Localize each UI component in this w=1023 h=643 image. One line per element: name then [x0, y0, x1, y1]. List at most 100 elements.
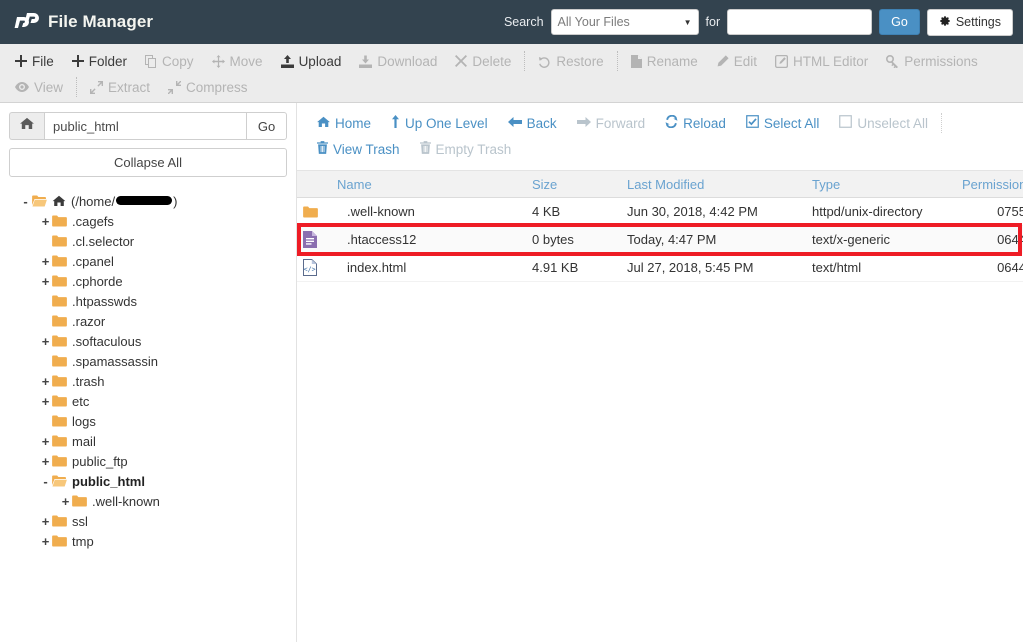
tree-node-cagefs[interactable]: + .cagefs	[9, 211, 287, 231]
search-go-button[interactable]: Go	[879, 9, 920, 35]
file-name-label[interactable]: index.html	[337, 260, 406, 275]
x-icon	[455, 55, 468, 67]
tree-node-public_html[interactable]: - public_html	[9, 471, 287, 491]
file-modified-cell: Today, 4:47 PM	[621, 225, 806, 254]
column-header-permissions[interactable]: Permissions	[956, 170, 1023, 198]
expand-toggle-icon[interactable]: +	[39, 535, 52, 548]
toolbar-button-folder[interactable]: Folder	[63, 51, 136, 72]
toolbar-button-html-editor: HTML Editor	[766, 51, 877, 72]
tree-node-tmp[interactable]: + tmp	[9, 531, 287, 551]
toggle-placeholder: ·	[39, 315, 52, 328]
file-icon-cell	[297, 197, 331, 226]
path-go-button[interactable]: Go	[246, 112, 287, 140]
toolbar-button-upload[interactable]: Upload	[272, 51, 351, 72]
column-header-last-modified[interactable]: Last Modified	[621, 170, 806, 198]
tree-node-logs[interactable]: · logs	[9, 411, 287, 431]
tree-node-clselector[interactable]: · .cl.selector	[9, 231, 287, 251]
search-scope-select[interactable]: All Your Files ▼	[550, 9, 699, 35]
tree-node-public_ftp[interactable]: + public_ftp	[9, 451, 287, 471]
expand-toggle-icon[interactable]: +	[39, 255, 52, 268]
text-file-icon	[303, 231, 325, 249]
column-header-name[interactable]: Name	[331, 170, 526, 198]
label: View	[34, 79, 64, 95]
right-arrow-icon	[576, 116, 591, 131]
search-input[interactable]	[727, 9, 873, 35]
expand-toggle-icon[interactable]: +	[39, 375, 52, 388]
tree-node-softaculous[interactable]: + .softaculous	[9, 331, 287, 351]
nav-button-select-all[interactable]: Select All	[736, 112, 830, 134]
expand-toggle-icon[interactable]: +	[39, 455, 52, 468]
expand-toggle-icon[interactable]: +	[39, 275, 52, 288]
eye-icon	[15, 82, 29, 92]
home-icon	[317, 116, 330, 131]
collapse-toggle-icon[interactable]: -	[19, 195, 32, 208]
toolbar-button-file[interactable]: File	[6, 51, 63, 72]
nav-button-up-one-level[interactable]: Up One Level	[381, 112, 498, 134]
tree-node-spamassassin[interactable]: · .spamassassin	[9, 351, 287, 371]
tree-node-htpasswds[interactable]: · .htpasswds	[9, 291, 287, 311]
column-header-type[interactable]: Type	[806, 170, 956, 198]
html-edit-icon	[775, 54, 788, 68]
nav-button-forward: Forward	[567, 113, 656, 134]
settings-button[interactable]: Settings	[926, 8, 1013, 36]
expand-toggle-icon[interactable]: +	[39, 515, 52, 528]
tree-node-mail[interactable]: + mail	[9, 431, 287, 451]
collapse-toggle-icon[interactable]: -	[39, 475, 52, 488]
file-permissions-cell: 0644	[956, 253, 1023, 282]
folder-icon	[52, 335, 67, 347]
tree-node-wellknown[interactable]: + .well-known	[9, 491, 287, 511]
label: Home	[335, 115, 372, 131]
file-name-label[interactable]: .well-known	[337, 204, 415, 219]
tree-node-razor[interactable]: · .razor	[9, 311, 287, 331]
tree-node-label: .cagefs	[72, 213, 114, 229]
for-label: for	[705, 15, 721, 29]
nav-separator	[940, 113, 942, 133]
path-input[interactable]	[44, 112, 246, 140]
nav-button-home[interactable]: Home	[307, 113, 381, 134]
expand-toggle-icon[interactable]: +	[39, 215, 52, 228]
path-home-button[interactable]	[9, 112, 44, 140]
folder-icon	[52, 455, 67, 467]
toolbar-button-compress: Compress	[159, 77, 257, 98]
expand-toggle-icon[interactable]: +	[39, 335, 52, 348]
toolbar-row-secondary: View Extract Compress	[0, 74, 1023, 100]
nav-button-back[interactable]: Back	[498, 113, 567, 134]
table-row[interactable]: </> index.html 4.91 KB Jul 27, 2018, 5:45 P…	[297, 253, 1023, 282]
expand-toggle-icon[interactable]: +	[39, 395, 52, 408]
label: Rename	[646, 53, 698, 69]
file-name-label[interactable]: .htaccess12	[337, 232, 416, 247]
expand-toggle-icon[interactable]: +	[39, 435, 52, 448]
extract-icon	[90, 80, 104, 94]
column-header-size[interactable]: Size	[526, 170, 621, 198]
tree-node-home[interactable]: - (/home/)	[9, 191, 287, 211]
label: Download	[377, 53, 438, 69]
file-list-panel: Home Up One Level Back Forward Reload Select …	[297, 103, 1023, 642]
table-row[interactable]: .well-known 4 KB Jun 30, 2018, 4:42 PM http…	[297, 197, 1023, 226]
tree-node-label: etc	[72, 393, 90, 409]
folder-icon	[52, 315, 67, 327]
tree-node-cphorde[interactable]: + .cphorde	[9, 271, 287, 291]
collapse-all-button[interactable]: Collapse All	[9, 148, 287, 177]
undo-icon	[538, 55, 551, 68]
file-size-cell: 4 KB	[526, 197, 621, 226]
tree-node-label: public_html	[72, 473, 145, 489]
tree-node-trash[interactable]: + .trash	[9, 371, 287, 391]
trash-icon	[317, 141, 328, 157]
nav-button-unselect-all: Unselect All	[829, 112, 938, 134]
tree-node-cpanel[interactable]: + .cpanel	[9, 251, 287, 271]
copy-icon	[145, 54, 157, 68]
table-row[interactable]: .htaccess12 0 bytes Today, 4:47 PM text/x-g…	[297, 225, 1023, 254]
column-header-icon	[297, 170, 331, 198]
app-header: File Manager Search All Your Files ▼ for…	[0, 0, 1023, 44]
redacted-username	[116, 195, 173, 205]
tree-node-ssl[interactable]: + ssl	[9, 511, 287, 531]
toolbar-separator	[616, 51, 618, 71]
cpanel-logo-icon	[12, 9, 42, 35]
up-arrow-icon	[391, 115, 400, 131]
expand-toggle-icon[interactable]: +	[59, 495, 72, 508]
nav-button-reload[interactable]: Reload	[655, 112, 736, 134]
file-action-toolbar: File Folder Copy Move Upload Download Delete Re…	[0, 44, 1023, 103]
tree-node-label: .cpanel	[72, 253, 114, 269]
tree-node-etc[interactable]: + etc	[9, 391, 287, 411]
nav-button-view-trash[interactable]: View Trash	[307, 138, 410, 160]
